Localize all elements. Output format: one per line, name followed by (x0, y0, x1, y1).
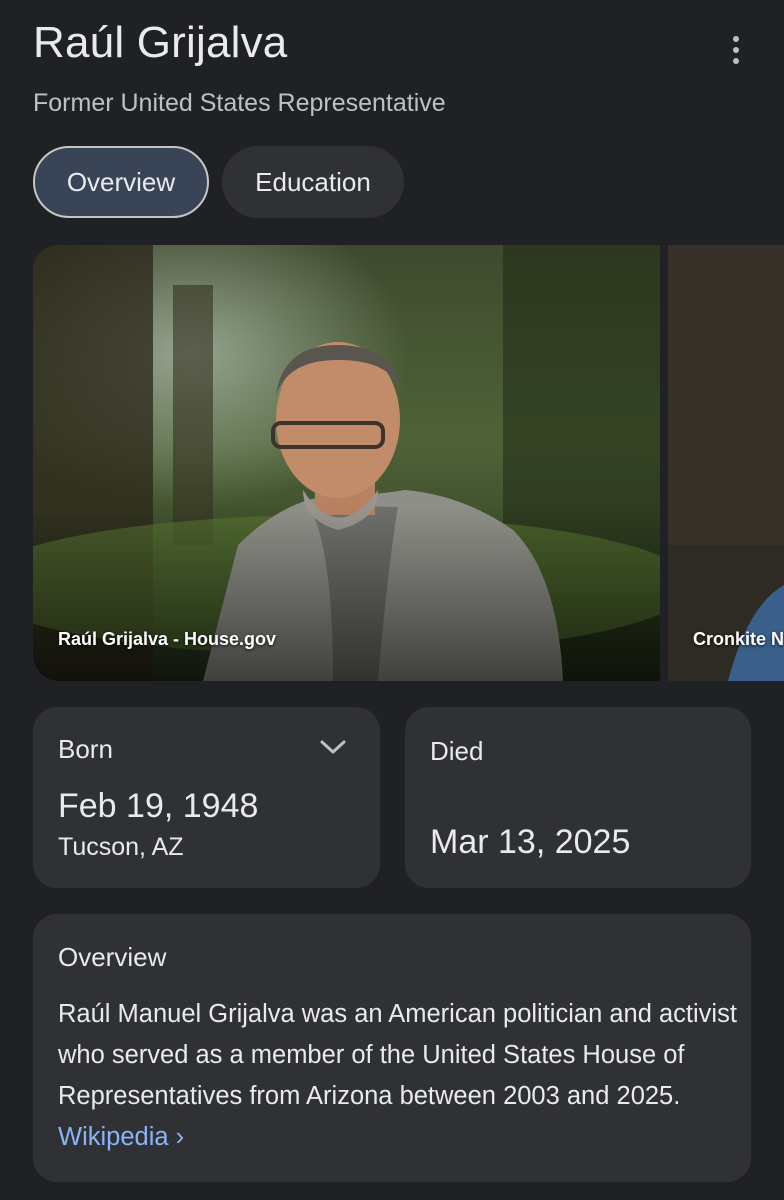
secondary-photo (668, 245, 784, 681)
overview-card: Overview Raúl Manuel Grijalva was an Ame… (33, 914, 751, 1182)
more-options-icon[interactable] (714, 28, 758, 72)
chevron-down-icon[interactable] (319, 737, 347, 757)
overview-description: Raúl Manuel Grijalva was an American pol… (58, 994, 738, 1158)
died-date: Mar 13, 2025 (430, 823, 631, 861)
portrait-image[interactable]: Raúl Grijalva - House.gov (33, 245, 660, 681)
page-subtitle: Former United States Representative (33, 89, 446, 117)
overview-heading: Overview (58, 942, 167, 972)
image-caption-2: Cronkite N (693, 629, 784, 649)
secondary-image[interactable]: Cronkite N (668, 245, 784, 681)
born-card[interactable]: Born Feb 19, 1948 Tucson, AZ (33, 707, 380, 888)
overview-text: Raúl Manuel Grijalva was an American pol… (58, 1000, 737, 1110)
died-card: Died Mar 13, 2025 (405, 707, 751, 888)
born-label: Born (58, 734, 113, 764)
born-place: Tucson, AZ (58, 833, 184, 861)
died-label: Died (430, 736, 484, 766)
born-date: Feb 19, 1948 (58, 787, 259, 825)
image-caption: Raúl Grijalva - House.gov (58, 629, 277, 649)
wikipedia-link[interactable]: Wikipedia › (58, 1123, 184, 1151)
tab-overview[interactable]: Overview (33, 146, 209, 218)
page-title: Raúl Grijalva (33, 18, 288, 67)
portrait-photo (33, 245, 660, 681)
tab-education[interactable]: Education (222, 146, 404, 218)
